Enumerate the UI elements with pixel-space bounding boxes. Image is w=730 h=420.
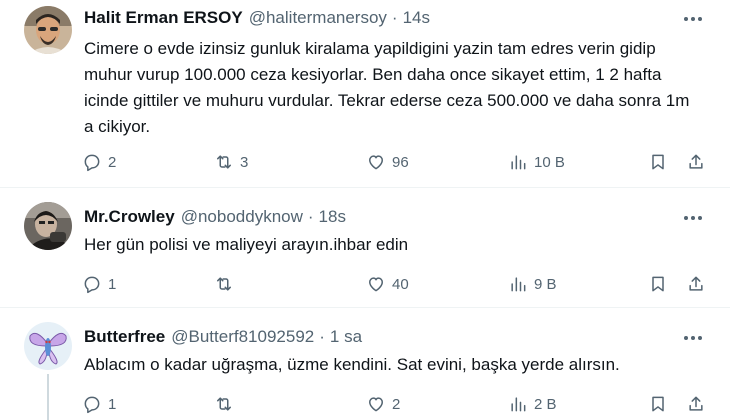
user-handle[interactable]: @Butterf81092592 [171, 327, 314, 347]
tweet-text: Cimere o evde izinsiz gunluk kiralama ya… [84, 39, 690, 136]
like-count: 2 [392, 395, 401, 413]
display-name[interactable]: Halit Erman ERSOY [84, 8, 243, 28]
reply-icon [84, 276, 100, 294]
view-count: 10 B [534, 153, 565, 171]
tweet-actions: 1 40 9 B [82, 272, 712, 296]
share-button[interactable] [686, 392, 706, 416]
more-icon[interactable] [682, 208, 704, 228]
tweet-text: Her gün polisi ve maliyeyi arayın.ihbar … [84, 235, 409, 254]
tweet-text: Ablacım o kadar uğraşma, üzme kendini. S… [84, 355, 620, 374]
user-handle[interactable]: @noboddyknow [181, 207, 303, 227]
separator-dot: · [307, 207, 314, 226]
retweet-count: 3 [240, 153, 249, 171]
tweet[interactable]: Butterfree @Butterf81092592 · 1 sa Ablac… [0, 308, 730, 420]
heart-icon [369, 277, 383, 292]
reply-count: 1 [108, 395, 117, 413]
retweet-icon [217, 155, 231, 169]
bookmark-icon [652, 396, 664, 412]
display-name[interactable]: Butterfree [84, 327, 165, 347]
more-icon[interactable] [682, 9, 704, 29]
view-count: 2 B [534, 395, 557, 413]
views-icon [511, 277, 526, 292]
tweet-header: Mr.Crowley @noboddyknow · 18s [84, 207, 346, 227]
heart-icon [369, 397, 383, 412]
like-button[interactable]: 2 [366, 392, 400, 416]
views-icon [511, 155, 526, 170]
reply-count: 1 [108, 275, 117, 293]
share-button[interactable] [686, 150, 706, 174]
separator-dot: · [391, 8, 398, 27]
share-button[interactable] [686, 272, 706, 296]
user-handle[interactable]: @halitermanersoy [249, 8, 387, 28]
share-icon [689, 396, 703, 411]
heart-icon [369, 155, 383, 170]
reply-count: 2 [108, 153, 117, 171]
tweet[interactable]: Mr.Crowley @noboddyknow · 18s Her gün po… [0, 188, 730, 308]
tweet-actions: 2 3 96 10 B [82, 150, 712, 174]
thread-line [47, 374, 49, 420]
tweet-header: Butterfree @Butterf81092592 · 1 sa [84, 327, 362, 347]
display-name[interactable]: Mr.Crowley [84, 207, 175, 227]
views-button[interactable]: 2 B [508, 392, 557, 416]
like-button[interactable]: 96 [366, 150, 409, 174]
reply-icon [84, 396, 100, 414]
bookmark-button[interactable] [648, 272, 668, 296]
views-icon [511, 397, 526, 412]
timestamp[interactable]: 18s [319, 207, 346, 227]
avatar[interactable] [24, 322, 72, 370]
view-count: 9 B [534, 275, 557, 293]
views-button[interactable]: 10 B [508, 150, 565, 174]
reply-button[interactable]: 2 [82, 150, 116, 174]
separator-dot: · [319, 327, 325, 346]
like-count: 40 [392, 275, 409, 293]
avatar[interactable] [24, 6, 72, 54]
timestamp[interactable]: 1 sa [330, 327, 362, 347]
retweet-button[interactable] [214, 272, 240, 296]
views-button[interactable]: 9 B [508, 272, 557, 296]
bookmark-button[interactable] [648, 392, 668, 416]
reply-button[interactable]: 1 [82, 392, 116, 416]
bookmark-icon [652, 276, 664, 292]
tweet[interactable]: Halit Erman ERSOY @halitermanersoy · 14s… [0, 0, 730, 188]
like-count: 96 [392, 153, 409, 171]
retweet-button[interactable]: 3 [214, 150, 248, 174]
timestamp[interactable]: 14s [403, 8, 430, 28]
retweet-icon [217, 277, 231, 291]
like-button[interactable]: 40 [366, 272, 409, 296]
share-icon [689, 276, 703, 291]
reply-button[interactable]: 1 [82, 272, 116, 296]
reply-icon [84, 154, 100, 172]
retweet-icon [217, 397, 231, 411]
bookmark-button[interactable] [648, 150, 668, 174]
retweet-button[interactable] [214, 392, 240, 416]
bookmark-icon [652, 154, 664, 170]
tweet-actions: 1 2 2 B [82, 392, 712, 416]
avatar[interactable] [24, 202, 72, 250]
more-icon[interactable] [682, 328, 704, 348]
tweet-header: Halit Erman ERSOY @halitermanersoy · 14s [84, 8, 430, 28]
share-icon [689, 154, 703, 169]
